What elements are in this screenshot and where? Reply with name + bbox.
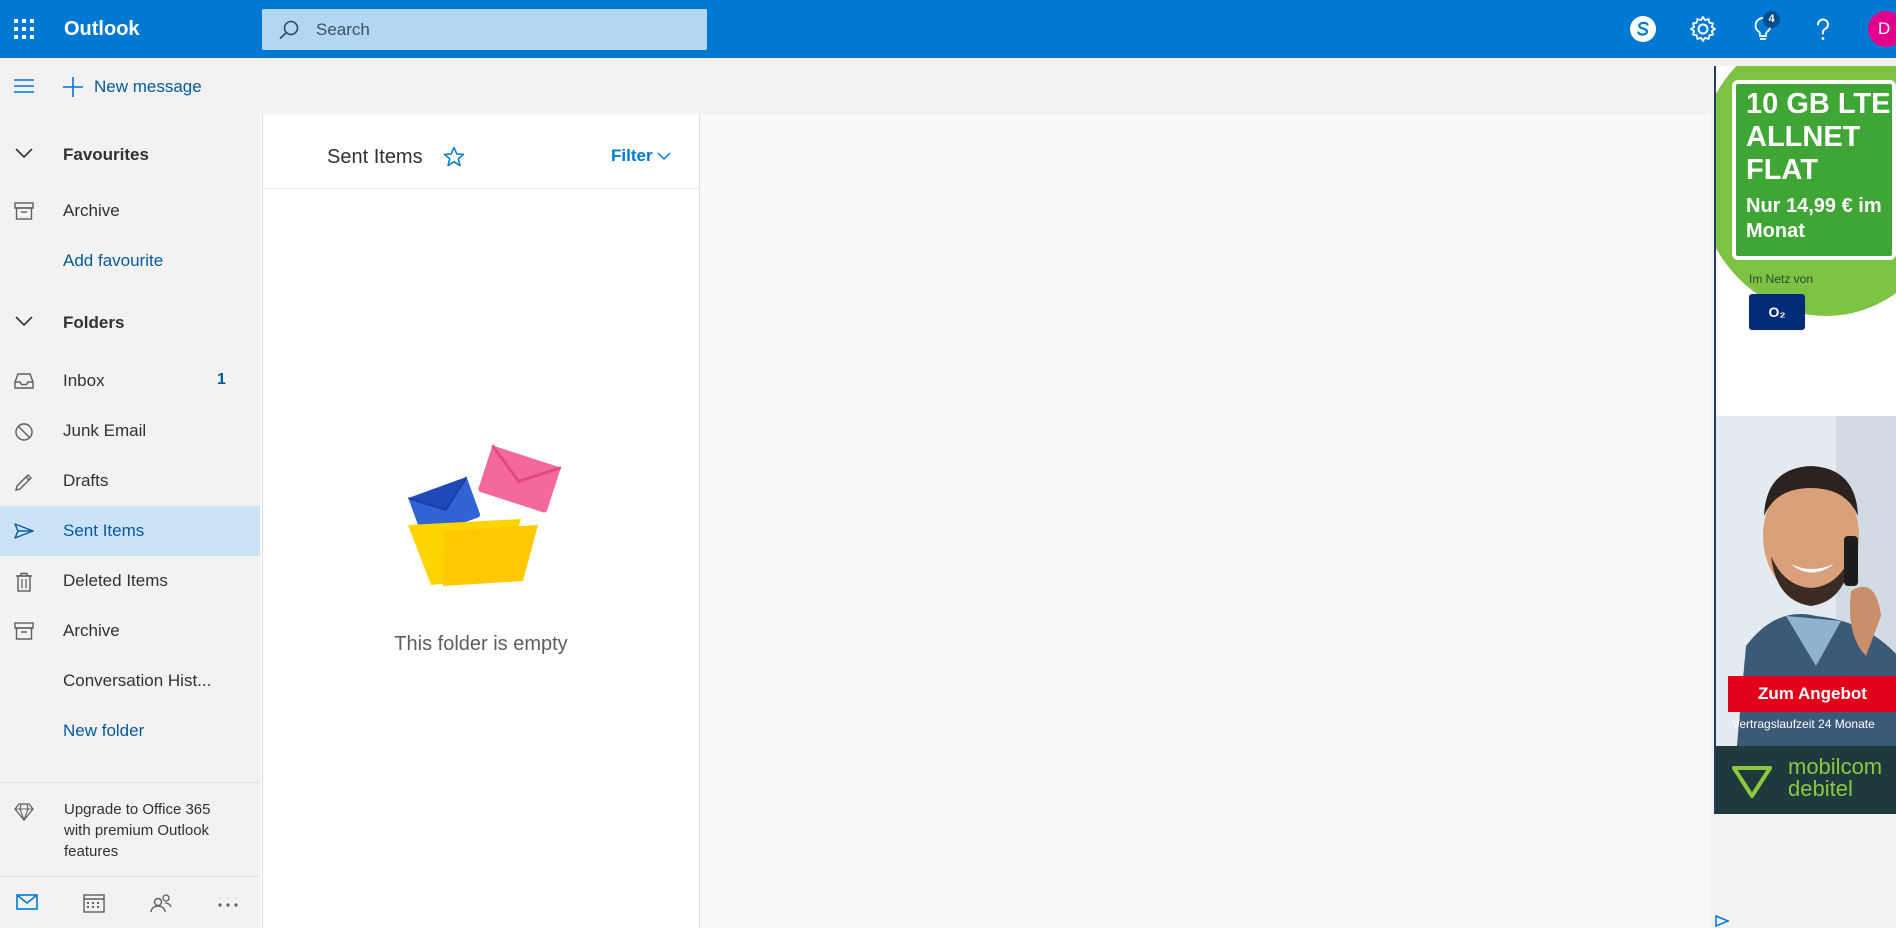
brand-logo-icon xyxy=(1732,764,1772,800)
calendar-icon[interactable] xyxy=(83,893,105,913)
pencil-icon xyxy=(14,472,34,492)
adchoices-icon[interactable] xyxy=(1714,914,1730,928)
message-list: Sent Items Filter This folder is empty xyxy=(262,115,700,928)
nav-item-label: Junk Email xyxy=(63,421,147,440)
gear-icon[interactable] xyxy=(1688,14,1718,44)
nav-item-label: Conversation Hist... xyxy=(63,671,212,690)
filter-label: Filter xyxy=(611,146,653,165)
folders-header[interactable]: Folders xyxy=(0,298,260,348)
nav-item-inbox[interactable]: Inbox 1 xyxy=(0,356,260,406)
add-favourite-label: Add favourite xyxy=(63,251,164,270)
new-folder-link[interactable]: New folder xyxy=(0,706,260,756)
nav-item-label: Inbox xyxy=(63,371,105,390)
nav-item-favourite-archive[interactable]: Archive xyxy=(0,186,260,236)
archive-icon xyxy=(14,202,34,220)
add-favourite-link[interactable]: Add favourite xyxy=(0,236,260,286)
nav-item-deleted-items[interactable]: Deleted Items xyxy=(0,556,260,606)
favourites-label: Favourites xyxy=(63,145,149,164)
star-icon[interactable] xyxy=(443,146,465,168)
hamburger-icon[interactable] xyxy=(13,78,35,94)
top-bar: Outlook Search 4 D xyxy=(0,0,1896,58)
folder-pane: Favourites Archive Add favourite Folders… xyxy=(0,114,260,928)
unread-count: 1 xyxy=(217,371,226,388)
command-bar: New message xyxy=(0,58,1711,114)
nav-item-label: Archive xyxy=(63,621,120,640)
send-icon xyxy=(14,522,34,540)
upgrade-banner[interactable]: Upgrade to Office 365 with premium Outlo… xyxy=(0,782,260,872)
junk-icon xyxy=(14,422,34,442)
diamond-icon xyxy=(14,803,34,821)
message-list-header: Sent Items Filter xyxy=(263,115,699,189)
trash-icon xyxy=(14,572,34,592)
ad-brand-name: mobilcom debitel xyxy=(1788,754,1883,801)
search-icon xyxy=(278,20,300,40)
ad-network-text: Im Netz von xyxy=(1749,272,1814,286)
new-message-button[interactable]: New message xyxy=(62,74,202,100)
new-folder-label: New folder xyxy=(63,721,145,740)
ad-cta-button[interactable]: Zum Angebot xyxy=(1728,676,1896,712)
ad-brand-bar: mobilcom debitel xyxy=(1716,746,1896,814)
empty-folder-message: This folder is empty xyxy=(394,633,568,655)
chevron-down-icon xyxy=(14,146,34,160)
folder-title: Sent Items xyxy=(327,146,423,168)
nav-item-label: Archive xyxy=(63,201,120,220)
ad-price: Nur 14,99 € im Monat xyxy=(1746,195,1882,242)
ad-network-logo: O₂ xyxy=(1749,294,1805,330)
favourites-header[interactable]: Favourites xyxy=(0,130,260,180)
app-name[interactable]: Outlook xyxy=(64,18,140,41)
archive-icon xyxy=(14,622,34,640)
search-input[interactable]: Search xyxy=(262,9,707,50)
people-icon[interactable] xyxy=(150,893,172,913)
filter-button[interactable]: Filter xyxy=(611,146,671,166)
mail-icon[interactable] xyxy=(16,893,38,911)
chevron-down-icon xyxy=(657,151,671,161)
help-icon[interactable] xyxy=(1808,14,1838,44)
upgrade-text: Upgrade to Office 365 with premium Outlo… xyxy=(64,801,211,860)
more-icon[interactable] xyxy=(216,893,240,913)
skype-icon[interactable] xyxy=(1628,14,1658,44)
folders-label: Folders xyxy=(63,313,125,332)
inbox-icon xyxy=(14,372,34,390)
avatar[interactable]: D xyxy=(1868,11,1896,47)
ad-headline: 10 GB LTE ALLNET FLAT xyxy=(1746,88,1891,186)
empty-folder-illustration xyxy=(403,425,563,595)
tips-badge: 4 xyxy=(1763,11,1780,28)
new-message-label: New message xyxy=(94,77,202,96)
search-placeholder: Search xyxy=(316,20,370,39)
nav-item-junk-email[interactable]: Junk Email xyxy=(0,406,260,456)
nav-item-label: Drafts xyxy=(63,471,109,490)
nav-item-archive[interactable]: Archive xyxy=(0,606,260,656)
advertisement[interactable]: 10 GB LTE ALLNET FLAT Nur 14,99 € im Mon… xyxy=(1714,66,1896,814)
ad-terms: Vertragslaufzeit 24 Monate xyxy=(1732,717,1875,731)
plus-icon xyxy=(62,76,84,98)
nav-item-label: Deleted Items xyxy=(63,571,168,590)
waffle-icon[interactable] xyxy=(13,18,35,40)
nav-item-conversation-history[interactable]: Conversation Hist... xyxy=(0,656,260,706)
reading-pane xyxy=(701,114,1711,928)
nav-item-drafts[interactable]: Drafts xyxy=(0,456,260,506)
nav-item-sent-items[interactable]: Sent Items xyxy=(0,506,260,556)
app-switcher xyxy=(0,876,260,928)
nav-item-label: Sent Items xyxy=(63,521,145,540)
chevron-down-icon xyxy=(14,314,34,328)
